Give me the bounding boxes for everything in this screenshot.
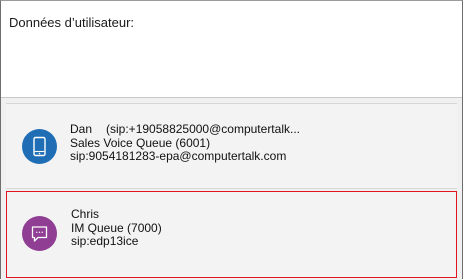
contact-queue: Sales Voice Queue (6001) [70, 135, 211, 150]
contact-list: Dan (sip:+19058825000@computertalk... Sal… [1, 98, 462, 280]
contact-sip: sip:9054181283-epa@computertalk.com [70, 149, 287, 163]
contact-address: (sip:+19058825000@computertalk... [106, 122, 300, 136]
contact-details: Chris IM Queue (7000) sip:edp13ice [71, 207, 162, 249]
contact-sip: sip:edp13ice [71, 234, 139, 248]
contact-item-dan[interactable]: Dan (sip:+19058825000@computertalk... Sal… [6, 103, 457, 189]
chat-avatar [22, 216, 57, 251]
user-data-title: Données d’utilisateur: [9, 15, 135, 30]
user-data-header: Données d’utilisateur: [1, 1, 462, 98]
contact-queue: IM Queue (7000) [71, 220, 162, 235]
phone-avatar [22, 129, 57, 164]
chat-bubble-icon [31, 226, 48, 242]
contact-name: Chris [71, 207, 100, 221]
contact-details: Dan (sip:+19058825000@computertalk... Sal… [70, 122, 300, 164]
user-data-panel: Données d’utilisateur: Dan (sip:+19058825… [0, 0, 463, 280]
phone-icon [33, 136, 46, 157]
contact-name: Dan [70, 122, 93, 136]
contact-name-row: Dan (sip:+19058825000@computertalk... [70, 122, 300, 137]
contact-item-chris[interactable]: Chris IM Queue (7000) sip:edp13ice [6, 191, 457, 278]
